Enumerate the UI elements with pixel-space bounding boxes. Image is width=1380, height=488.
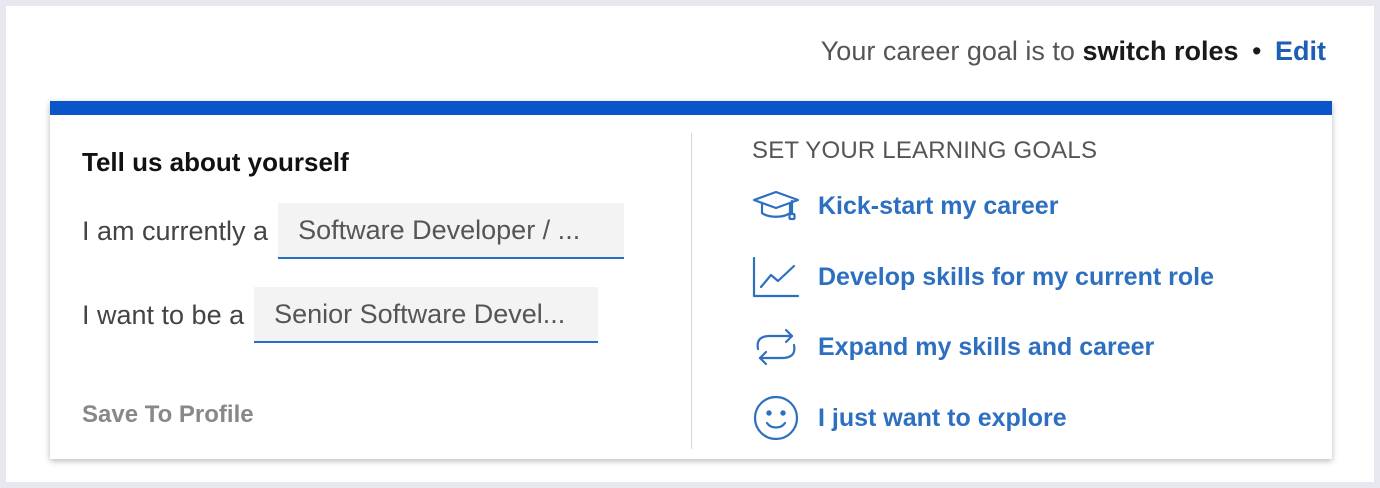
card-accent-bar	[50, 101, 1332, 115]
save-to-profile-button[interactable]: Save To Profile	[82, 401, 254, 429]
page: Your career goal is to switch roles • Ed…	[6, 6, 1374, 482]
goal-option-kick-start[interactable]: Kick-start my career	[752, 182, 1058, 230]
learning-goals-card: Tell us about yourself I am currently a …	[50, 101, 1332, 459]
line-chart-icon	[752, 253, 800, 301]
cycle-arrows-icon	[752, 323, 800, 371]
target-role-select[interactable]: Senior Software Devel...	[254, 287, 599, 343]
profile-form-title: Tell us about yourself	[82, 147, 349, 177]
column-divider	[691, 133, 692, 449]
current-role-select[interactable]: Software Developer / ...	[278, 203, 625, 259]
goal-option-label: Expand my skills and career	[818, 332, 1155, 361]
current-role-label: I am currently a	[82, 215, 269, 246]
goal-option-expand-skills[interactable]: Expand my skills and career	[752, 323, 1154, 371]
goal-option-label: Kick-start my career	[818, 191, 1059, 220]
edit-goal-link[interactable]: Edit	[1275, 36, 1326, 66]
target-role-label: I want to be a	[82, 299, 245, 330]
goal-option-develop-skills[interactable]: Develop skills for my current role	[752, 253, 1214, 301]
career-goal-prefix: Your career goal is to	[820, 36, 1075, 66]
target-role-row: I want to be a Senior Software Devel...	[82, 287, 599, 343]
bullet-separator: •	[1252, 36, 1262, 66]
goal-option-label: I just want to explore	[818, 403, 1067, 432]
current-role-row: I am currently a Software Developer / ..…	[82, 203, 625, 259]
goal-option-explore[interactable]: I just want to explore	[752, 394, 1067, 442]
graduation-cap-icon	[752, 182, 800, 230]
smiley-face-icon	[752, 394, 800, 442]
career-goal-summary: Your career goal is to switch roles • Ed…	[821, 36, 1326, 67]
learning-goals-heading: SET YOUR LEARNING GOALS	[752, 137, 1098, 164]
career-goal-value: switch roles	[1082, 36, 1239, 66]
goal-option-label: Develop skills for my current role	[818, 262, 1214, 291]
